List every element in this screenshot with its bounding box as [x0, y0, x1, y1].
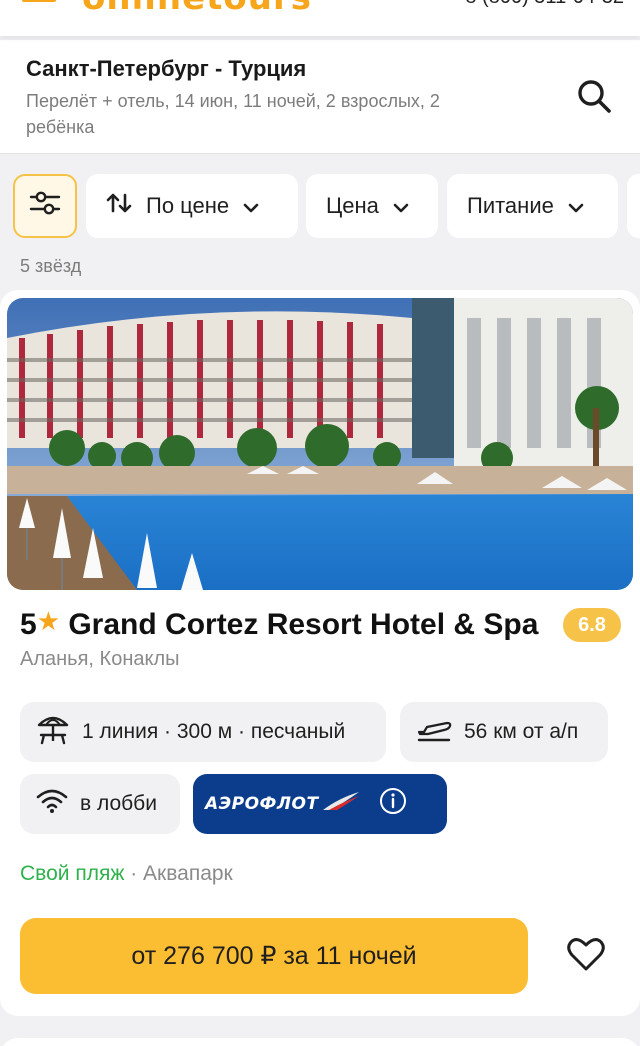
food-label: Питание	[467, 193, 554, 218]
wifi-text: в лобби	[80, 792, 157, 815]
hotel-location: Аланья, Конаклы	[20, 648, 180, 670]
price-label: Цена	[326, 193, 379, 218]
menu-icon[interactable]	[22, 0, 56, 4]
amenities-line: Свой пляж · Аквапарк	[20, 862, 233, 886]
star-icon: ★	[36, 608, 60, 636]
sort-label: По цене	[146, 193, 230, 218]
search-details: Перелёт + отель, 14 июн, 11 ночей, 2 взр…	[26, 91, 440, 137]
sliders-icon	[29, 189, 61, 223]
chevron-down-icon	[568, 193, 584, 219]
beach-umbrella-icon	[36, 713, 82, 751]
next-hotel-card[interactable]	[0, 1038, 640, 1046]
airline-name: АЭРОФЛОТ	[205, 794, 319, 814]
wifi-tag: в лобби	[20, 774, 180, 834]
hotel-name[interactable]: 5★ Grand Cortez Resort Hotel & Spa	[20, 608, 560, 648]
stars-filter-label: 5 звёзд	[20, 256, 82, 276]
heart-icon[interactable]	[566, 936, 610, 976]
price-button[interactable]: от 276 700 ₽ за 11 ночей	[20, 918, 528, 994]
more-filters-chip[interactable]	[627, 174, 640, 238]
beach-text: 1 линия · 300 м · песчаный	[82, 720, 346, 743]
amenities-rest: · Аквапарк	[124, 862, 233, 885]
aeroflot-wing-icon	[321, 790, 373, 818]
airport-tag: 56 км от а/п	[400, 702, 608, 762]
wifi-icon	[36, 788, 80, 820]
hotel-stars: 5	[20, 608, 37, 641]
own-beach-label: Свой пляж	[20, 862, 125, 885]
hotel-name-text: Grand Cortez Resort Hotel & Spa	[68, 608, 539, 641]
hotel-card[interactable]: 5★ Grand Cortez Resort Hotel & Spa 6.8 А…	[0, 290, 640, 1016]
top-header: onlinetours 8 (800) 511-04-32	[0, 0, 640, 36]
info-icon[interactable]	[379, 787, 419, 821]
search-icon[interactable]	[574, 76, 614, 116]
beach-tag: 1 линия · 300 м · песчаный	[20, 702, 386, 762]
filter-bar: По цене Цена Питание	[0, 174, 640, 240]
chevron-down-icon	[243, 193, 259, 219]
logo[interactable]: onlinetours	[82, 0, 312, 18]
food-dropdown[interactable]: Питание	[447, 174, 618, 238]
hotel-photo[interactable]	[7, 298, 633, 590]
route-title: Санкт-Петербург - Турция	[26, 56, 307, 81]
filter-settings-button[interactable]	[13, 174, 77, 238]
search-summary[interactable]: Санкт-Петербург - Турция Перелёт + отель…	[0, 40, 640, 154]
rating-badge: 6.8	[563, 608, 621, 642]
airline-tag[interactable]: АЭРОФЛОТ	[193, 774, 447, 834]
sort-dropdown[interactable]: По цене	[86, 174, 298, 238]
phone-number[interactable]: 8 (800) 511-04-32	[465, 0, 624, 9]
sort-icon	[106, 192, 132, 220]
airport-text: 56 км от а/п	[464, 720, 579, 743]
price-dropdown[interactable]: Цена	[306, 174, 438, 238]
chevron-down-icon	[393, 193, 409, 219]
plane-icon	[416, 714, 464, 750]
